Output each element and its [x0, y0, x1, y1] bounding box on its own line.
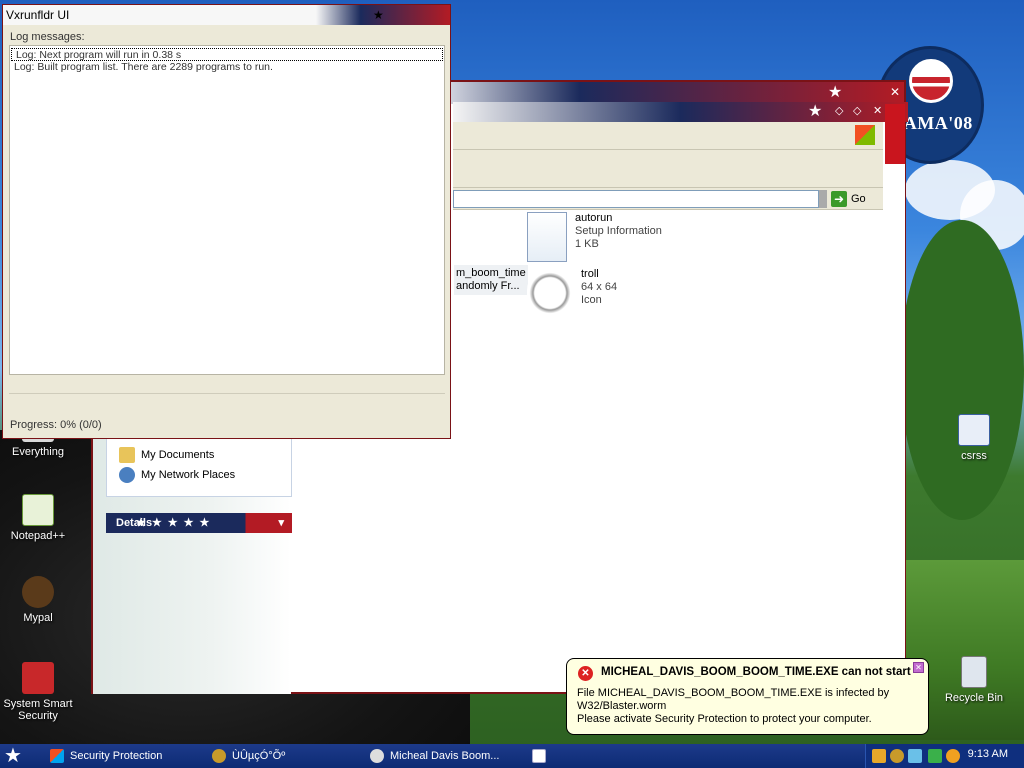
file-partial-line1: m_boom_time [456, 267, 526, 279]
desktop-icon-mypal[interactable]: Mypal [0, 576, 78, 624]
progress-bar [9, 393, 445, 411]
app-icon [212, 749, 226, 763]
tree [900, 220, 1024, 520]
system-tray: 9:13 AM [865, 744, 1024, 768]
toolbar [453, 150, 883, 188]
alert-title: MICHEAL_DAVIS_BOOM_BOOM_TIME.EXE can not… [601, 666, 911, 678]
close-icon[interactable]: ✕ [913, 662, 924, 673]
go-arrow-icon: ➜ [831, 191, 847, 207]
address-dropdown[interactable] [819, 190, 827, 208]
taskbar-item-security-protection[interactable]: Security Protection [46, 746, 196, 766]
desktop-icon-recycle-bin[interactable]: Recycle Bin [934, 656, 1014, 704]
desktop-icon-system-smart-security[interactable]: System Smart Security [0, 662, 78, 722]
desktop-icon-label: Mypal [23, 612, 53, 624]
close-icon[interactable]: ✕ [873, 104, 882, 117]
file-partial[interactable]: m_boom_time andomly Fr... [454, 265, 528, 295]
campaign-logo [909, 59, 953, 103]
windows-shield-icon [50, 749, 64, 763]
minimize-icon[interactable]: ◇ [835, 104, 843, 117]
desktop-icon-label: Recycle Bin [944, 692, 1004, 704]
address-bar: ➜ Go [453, 188, 883, 210]
network-icon [119, 467, 135, 483]
go-button[interactable]: ➜ Go [831, 190, 881, 208]
troll-face-icon [370, 749, 384, 763]
place-label: My Documents [141, 449, 215, 461]
file-partial-line2: andomly Fr... [456, 280, 520, 292]
app-tray-icon[interactable] [890, 749, 904, 763]
taskbar-item-window[interactable] [528, 746, 552, 766]
error-icon: ✕ [578, 666, 593, 681]
recycle-bin-icon [961, 656, 987, 688]
file-name: troll [581, 268, 599, 280]
window-icon [532, 749, 546, 763]
star-icon: ★ [808, 103, 823, 120]
taskbar: ★ Security Protection ÙÛµçÓ°Õº Micheal D… [0, 744, 1024, 768]
taskbar-item-label: Security Protection [70, 750, 163, 762]
security-shield-icon[interactable] [908, 749, 922, 763]
window-title: Vxrunfldr UI [6, 8, 70, 22]
clock[interactable]: 9:13 AM [968, 748, 1008, 760]
taskbar-item-label: ÙÛµçÓ°Õº [232, 750, 286, 762]
explorer-inner-titlebar[interactable]: ★ ◇ ◇ ✕ [453, 102, 908, 122]
notepad-icon [22, 494, 54, 526]
file-name: autorun [575, 212, 613, 224]
place-my-network-places[interactable]: My Network Places [107, 465, 291, 485]
maximize-icon[interactable]: ◇ [853, 104, 861, 117]
troll-face-icon [527, 268, 573, 318]
search-icon[interactable] [946, 749, 960, 763]
setup-file-icon [527, 212, 567, 262]
file-size: Icon [581, 294, 602, 306]
close-icon[interactable]: ✕ [890, 85, 900, 99]
security-alert-balloon[interactable]: ✕ MICHEAL_DAVIS_BOOM_BOOM_TIME.EXE can n… [566, 658, 929, 735]
raccoon-icon [22, 576, 54, 608]
desktop-icon-label: Notepad++ [10, 530, 66, 542]
security-icon [22, 662, 54, 694]
file-item[interactable]: autorun Setup Information 1 KB [527, 212, 662, 262]
taskbar-item-explorer[interactable]: Micheal Davis Boom... [366, 746, 516, 766]
log-line[interactable]: Log: Built program list. There are 2289 … [10, 61, 444, 74]
desktop-icon-label: Everything [12, 446, 64, 458]
desktop-icon-label: System Smart Security [3, 698, 73, 722]
alert-body-line: File MICHEAL_DAVIS_BOOM_BOOM_TIME.EXE is… [577, 687, 890, 699]
windows-logo-icon [855, 125, 875, 145]
go-label: Go [851, 193, 866, 205]
log-list[interactable]: Log: Next program will run in 0.38 s Log… [9, 45, 445, 375]
file-size: 1 KB [575, 238, 599, 250]
progress-text: Progress: 0% (0/0) [10, 419, 102, 431]
alert-body-line: W32/Blaster.worm [577, 700, 667, 712]
vxrunfldr-titlebar[interactable]: Vxrunfldr UI ★ [3, 5, 450, 25]
menu-bar [453, 122, 883, 150]
stars-decoration: ★★★★★ [136, 517, 216, 529]
star-icon: ★ [828, 84, 843, 101]
vxrunfldr-window[interactable]: Vxrunfldr UI ★ Log messages: Log: Next p… [2, 4, 451, 439]
star-icon: ★ [373, 8, 384, 22]
chevron-down-icon[interactable]: ▾ [278, 513, 284, 533]
taskbar-item-app[interactable]: ÙÛµçÓ°Õº [208, 746, 348, 766]
details-header[interactable]: Details ★★★★★ ▾ [106, 513, 292, 533]
other-places-panel: My Documents My Network Places [106, 435, 292, 497]
file-item[interactable]: troll 64 x 64 Icon [527, 268, 617, 318]
desktop-icon-notepadpp[interactable]: Notepad++ [0, 494, 78, 542]
start-button[interactable]: ★ [4, 746, 26, 766]
shield-icon[interactable] [872, 749, 886, 763]
taskbar-item-label: Micheal Davis Boom... [390, 750, 500, 762]
desktop-icon-label: csrss [961, 450, 987, 462]
desktop-icon-csrss[interactable]: csrss [934, 414, 1014, 462]
address-input[interactable] [453, 190, 819, 208]
place-label: My Network Places [141, 469, 236, 481]
alert-body: File MICHEAL_DAVIS_BOOM_BOOM_TIME.EXE is… [577, 687, 917, 726]
alert-body-line: Please activate Security Protection to p… [577, 713, 872, 725]
log-label: Log messages: [10, 31, 85, 43]
file-type: 64 x 64 [581, 281, 618, 293]
file-type: Setup Information [575, 225, 662, 237]
place-my-documents[interactable]: My Documents [107, 445, 291, 465]
documents-icon [119, 447, 135, 463]
log-line[interactable]: Log: Next program will run in 0.38 s [11, 48, 443, 61]
window-icon [958, 414, 990, 446]
scrollbar[interactable] [885, 104, 905, 694]
network-icon[interactable] [928, 749, 942, 763]
